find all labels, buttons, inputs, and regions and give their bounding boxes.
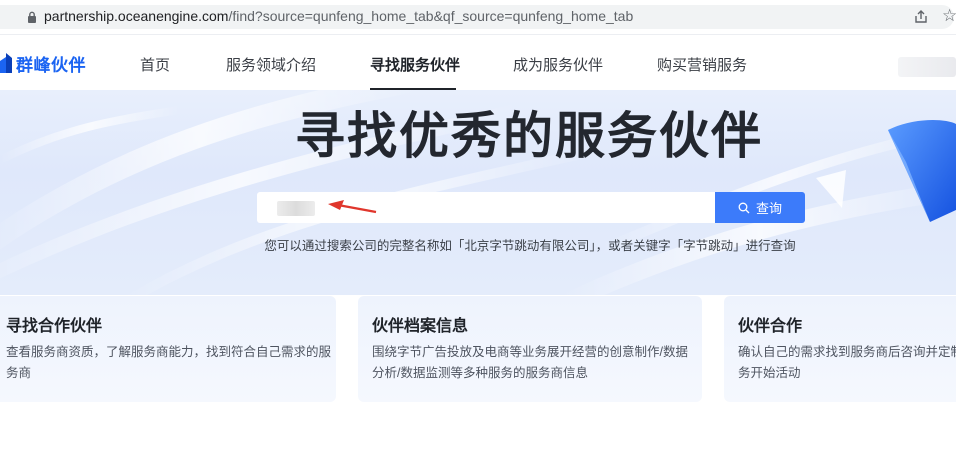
- nav-item-buy-marketing[interactable]: 购买营销服务: [657, 54, 747, 75]
- feature-card-partner-profile[interactable]: 伙伴档案信息 围绕字节广告投放及电商等业务展开经营的创意制作/数据分析/数据监测…: [358, 296, 702, 402]
- top-nav: 群峰伙伴 首页 服务领域介绍 寻找服务伙伴 成为服务伙伴 购买营销服务: [0, 34, 956, 90]
- nav-item-home[interactable]: 首页: [140, 54, 170, 75]
- brand-logo[interactable]: 群峰伙伴: [0, 53, 86, 75]
- redacted-search-text: [277, 201, 315, 216]
- annotation-arrow-icon: [328, 200, 377, 214]
- nav-item-find-partner[interactable]: 寻找服务伙伴: [370, 54, 460, 75]
- feature-card-partner-cooperation[interactable]: 伙伴合作 确认自己的需求找到服务商后咨询并定制服务开始活动: [724, 296, 956, 402]
- card-title: 寻找合作伙伴: [6, 318, 103, 335]
- feature-card-find-partner[interactable]: 寻找合作伙伴 查看服务商资质，了解服务商能力，找到符合自己需求的服务商: [0, 296, 336, 402]
- nav-item-service-areas[interactable]: 服务领域介绍: [226, 54, 316, 75]
- logo-text: 群峰伙伴: [16, 55, 86, 75]
- search-button-label: 查询: [755, 201, 782, 216]
- url-text[interactable]: partnership.oceanengine.com/find?source=…: [44, 8, 633, 24]
- card-title: 伙伴合作: [738, 318, 803, 335]
- nav-item-become-partner[interactable]: 成为服务伙伴: [513, 54, 603, 75]
- search-hint: 您可以通过搜索公司的完整名称如「北京字节跳动有限公司」，或者关键字「字节跳动」进…: [264, 239, 796, 253]
- search-button[interactable]: 查询: [715, 192, 805, 223]
- search-icon: [738, 202, 750, 213]
- hero-banner: 寻找优秀的服务伙伴 查询 您可以通过搜索公司的完整名称如「北京字节跳动有限公司」…: [0, 90, 956, 295]
- user-avatar[interactable]: [898, 57, 956, 77]
- card-description: 确认自己的需求找到服务商后咨询并定制服务开始活动: [738, 345, 956, 380]
- card-description: 围绕字节广告投放及电商等业务展开经营的创意制作/数据分析/数据监测等多种服务的服…: [372, 345, 688, 380]
- url-path: /find?source=qunfeng_home_tab&qf_source=…: [228, 8, 634, 24]
- card-description: 查看服务商资质，了解服务商能力，找到符合自己需求的服务商: [6, 345, 332, 380]
- star-icon[interactable]: ☆: [942, 7, 956, 24]
- url-domain: partnership.oceanengine.com: [44, 8, 229, 24]
- hero-title: 寻找优秀的服务伙伴: [295, 107, 763, 165]
- lock-icon[interactable]: [27, 11, 37, 23]
- share-icon[interactable]: [913, 9, 929, 25]
- card-title: 伙伴档案信息: [372, 318, 469, 335]
- browser-address-bar: partnership.oceanengine.com/find?source=…: [0, 0, 956, 34]
- logo-mark-icon: [0, 53, 12, 73]
